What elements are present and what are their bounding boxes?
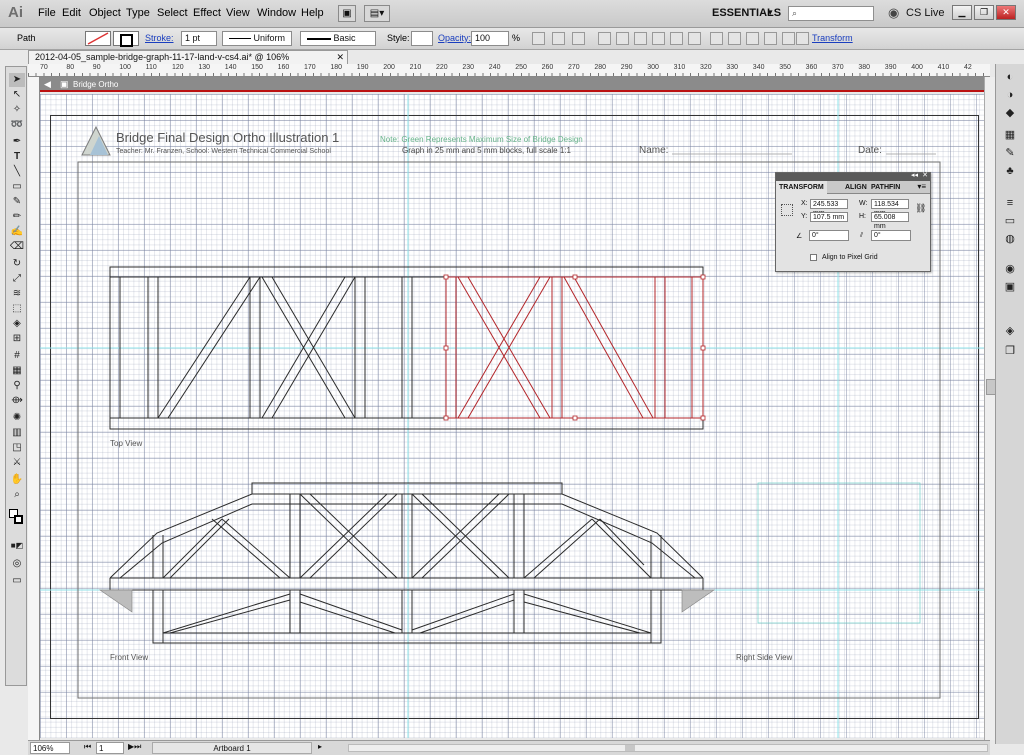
next-page-icon[interactable]: ▶⏭: [128, 742, 141, 752]
y-label: Y:: [801, 213, 808, 220]
eraser-icon[interactable]: ⌫: [9, 240, 25, 254]
scroll-thumb[interactable]: [986, 379, 996, 395]
school-logo: [81, 125, 111, 156]
graph-note: Graph in 25 mm and 5 mm blocks, full sca…: [402, 146, 572, 155]
graphic-styles-icon[interactable]: ▣: [1002, 280, 1018, 295]
color-guide-icon[interactable]: ◑: [1002, 88, 1018, 103]
eyedropper-icon[interactable]: ⚲: [9, 379, 25, 393]
blob-brush-icon[interactable]: ✍: [9, 225, 25, 239]
slice-tool-icon[interactable]: ⚔: [9, 456, 25, 470]
column-graph-icon[interactable]: ▥: [9, 426, 25, 440]
warp-tool-icon[interactable]: ≋: [9, 287, 25, 301]
reference-point-icon[interactable]: [781, 204, 793, 216]
gradient-panel-icon[interactable]: ▭: [1002, 214, 1018, 229]
tab-align[interactable]: ALIGN: [842, 181, 870, 194]
panel-header[interactable]: ◂◂ ✕: [776, 171, 930, 181]
artboards-icon[interactable]: ❐: [1002, 344, 1018, 359]
x-field[interactable]: 245.533 mm: [810, 199, 848, 217]
hand-tool-icon[interactable]: ✋: [9, 473, 25, 487]
artboard-tool-icon[interactable]: ◳: [9, 441, 25, 455]
brushes-icon[interactable]: ✎: [1002, 146, 1018, 161]
symbols-icon[interactable]: ♣: [1002, 164, 1018, 179]
gradient-tool-icon[interactable]: ▦: [9, 364, 25, 378]
front-view-drawing: [109, 482, 704, 644]
collapse-icon[interactable]: ◂◂: [911, 171, 918, 179]
scale-tool-icon[interactable]: ⤢: [9, 272, 25, 286]
front-view-label: Front View: [110, 653, 148, 662]
hscroll-thumb[interactable]: [625, 745, 635, 751]
top-view-label: Top View: [110, 439, 143, 448]
paintbrush-icon[interactable]: ✎: [9, 195, 25, 209]
panel-tabs: TRANSFORM ALIGN PATHFIN ▾≡: [776, 181, 930, 194]
h-label: H:: [859, 213, 866, 220]
stroke-panel-icon[interactable]: ≡: [1002, 196, 1018, 211]
color-panel-icon[interactable]: ◐: [1002, 70, 1018, 85]
type-tool-icon[interactable]: T: [9, 150, 25, 164]
tab-transform[interactable]: TRANSFORM: [776, 181, 827, 194]
zoom-select[interactable]: 106%: [30, 742, 70, 754]
direct-selection-tool-icon[interactable]: ↖: [9, 88, 25, 102]
symbol-sprayer-icon[interactable]: ✺: [9, 411, 25, 425]
rotate-select[interactable]: 0°: [809, 230, 849, 241]
height-field[interactable]: 65.008 mm: [871, 212, 909, 230]
free-transform-icon[interactable]: ⬚: [9, 302, 25, 316]
x-label: X:: [801, 200, 808, 207]
layers-icon[interactable]: ◈: [1002, 324, 1018, 339]
magic-wand-icon[interactable]: ✧: [9, 103, 25, 117]
transform-panel: ◂◂ ✕ TRANSFORM ALIGN PATHFIN ▾≡ X: 245.5…: [775, 172, 931, 272]
tab-pathfinder[interactable]: PATHFIN: [868, 181, 903, 194]
y-field[interactable]: 107.5 mm: [810, 212, 848, 222]
tools-panel: ➤ ↖ ✧ ➿ ✒ T ╲ ▭ ✎ ✏ ✍ ⌫ ↻ ⤢ ≋ ⬚ ◈ ⊞ # ▦ …: [5, 66, 27, 686]
shape-builder-icon[interactable]: ◈: [9, 317, 25, 331]
selection-tool-icon[interactable]: ➤: [9, 73, 25, 87]
appearance-icon[interactable]: ◉: [1002, 262, 1018, 277]
status-menu-icon[interactable]: ▸: [318, 742, 322, 751]
rectangle-tool-icon[interactable]: ▭: [9, 180, 25, 194]
name-label: Name:: [639, 145, 668, 156]
lasso-icon[interactable]: ➿: [9, 118, 25, 132]
right-side-view-label: Right Side View: [736, 653, 793, 662]
artboard-number-field[interactable]: 1: [96, 742, 124, 754]
drawing-layer: Bridge Final Design Ortho Illustration 1…: [40, 94, 984, 738]
constrain-link-icon[interactable]: ⛓: [915, 203, 926, 214]
perspective-grid-icon[interactable]: ⊞: [9, 332, 25, 346]
right-abutment: [681, 589, 716, 613]
max-size-note: Note: Green Represents Maximum Size of B…: [380, 135, 583, 144]
align-pixel-label: Align to Pixel Grid: [822, 254, 878, 261]
draw-mode-icon[interactable]: ◎: [9, 557, 25, 571]
artboard-name-field[interactable]: Artboard 1: [152, 742, 312, 754]
width-field[interactable]: 118.534 mm: [871, 199, 909, 217]
color-mode-icons[interactable]: ■◩: [9, 539, 25, 553]
panel-menu-icon[interactable]: ▾≡: [917, 182, 926, 191]
pencil-icon[interactable]: ✏: [9, 210, 25, 224]
left-abutment: [98, 589, 133, 613]
blend-tool-icon[interactable]: ⟴: [9, 394, 25, 408]
pen-tool-icon[interactable]: ✒: [9, 135, 25, 149]
date-label: Date:: [858, 145, 882, 156]
shear-select[interactable]: 0°: [871, 230, 911, 241]
mesh-tool-icon[interactable]: #: [9, 349, 25, 363]
rotate-tool-icon[interactable]: ↻: [9, 257, 25, 271]
line-tool-icon[interactable]: ╲: [9, 165, 25, 179]
rotate-icon: ∠: [796, 233, 803, 240]
kuler-icon[interactable]: ◆: [1002, 106, 1018, 121]
vertical-scrollbar[interactable]: [984, 77, 996, 740]
right-view-envelope: [757, 482, 921, 624]
teacher-line: Teacher: Mr. Franzen, School: Western Te…: [116, 148, 331, 155]
screen-mode-icon[interactable]: ▭: [9, 574, 25, 588]
swatches-icon[interactable]: ▦: [1002, 128, 1018, 143]
drawing-title: Bridge Final Design Ortho Illustration 1: [116, 130, 339, 145]
status-bar: 106% ⏮ 1 ▶⏭ Artboard 1 ▸: [28, 740, 990, 755]
horizontal-scrollbar[interactable]: [348, 744, 988, 752]
stroke-color-icon[interactable]: [14, 515, 23, 524]
panel-dock: ◐ ◑ ◆ ▦ ✎ ♣ ≡ ▭ ◍ ◉ ▣ ◈ ❐: [995, 64, 1024, 744]
transparency-icon[interactable]: ◍: [1002, 232, 1018, 247]
align-pixel-checkbox[interactable]: [810, 254, 817, 261]
w-label: W:: [859, 200, 868, 207]
close-icon[interactable]: ✕: [922, 171, 928, 179]
shear-icon: ⫽: [860, 232, 864, 239]
zoom-tool-icon[interactable]: ⌕: [9, 488, 25, 502]
first-page-icon[interactable]: ⏮: [84, 742, 91, 752]
